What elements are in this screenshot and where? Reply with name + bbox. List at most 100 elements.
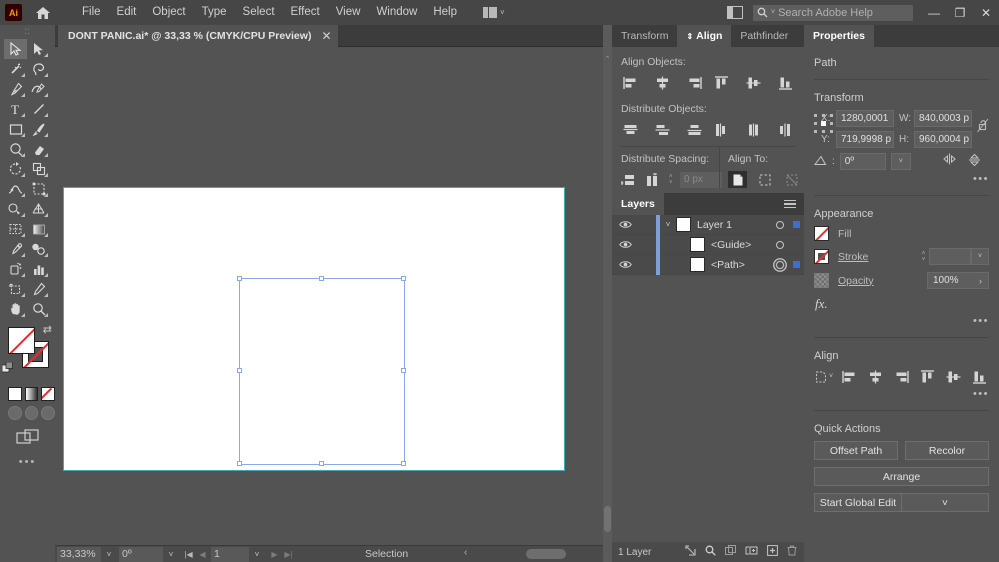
gradient-tool[interactable] <box>27 219 50 239</box>
handle-bottom-center[interactable] <box>319 461 324 466</box>
mesh-tool[interactable] <box>4 219 27 239</box>
layer-name[interactable]: Layer 1 <box>691 219 772 231</box>
line-segment-tool[interactable] <box>27 99 50 119</box>
align-more-options[interactable]: ••• <box>814 388 989 400</box>
delete-selection-icon[interactable] <box>787 545 797 559</box>
align-bottom-icon[interactable] <box>970 368 989 385</box>
scrollbar-thumb[interactable] <box>526 549 566 559</box>
pen-tool[interactable] <box>4 79 27 99</box>
handle-middle-left[interactable] <box>237 368 242 373</box>
handle-top-left[interactable] <box>237 276 242 281</box>
spacing-stepper[interactable]: ˄˅ <box>669 174 680 186</box>
menu-edit[interactable]: Edit <box>109 0 145 25</box>
selection-tool[interactable] <box>4 39 27 59</box>
opacity-input[interactable]: 100% › <box>927 272 989 289</box>
distribute-vertical-center-icon[interactable] <box>653 121 672 138</box>
workspace-switcher-icon[interactable] <box>727 6 743 19</box>
draw-normal-button[interactable] <box>8 406 22 420</box>
perspective-grid-tool[interactable] <box>27 199 50 219</box>
artboard[interactable] <box>64 188 564 470</box>
appearance-more-options[interactable]: ••• <box>814 315 989 327</box>
type-tool[interactable]: T <box>4 99 27 119</box>
direct-selection-tool[interactable] <box>27 39 50 59</box>
dock-collapse-grip[interactable]: ⌃ <box>603 25 612 562</box>
align-top-icon[interactable] <box>918 368 937 385</box>
opacity-label[interactable]: Opacity <box>838 275 874 287</box>
layer-name[interactable]: <Path> <box>705 259 772 271</box>
zoom-dropdown-icon[interactable]: ˅ <box>101 550 117 559</box>
maximize-button[interactable]: ❐ <box>947 0 973 25</box>
menu-help[interactable]: Help <box>425 0 465 25</box>
draw-inside-button[interactable] <box>41 406 55 420</box>
handle-top-right[interactable] <box>401 276 406 281</box>
unlink-proportions-icon[interactable] <box>977 110 989 136</box>
artboard-tool[interactable] <box>4 279 27 299</box>
tab-transform[interactable]: Transform <box>612 25 677 47</box>
next-artboard-button[interactable]: ▶ <box>268 550 281 559</box>
table-row[interactable]: <Path> <box>612 255 804 275</box>
rotation-angle-input[interactable]: 0º <box>840 153 886 170</box>
home-icon[interactable] <box>34 4 52 22</box>
distribute-vertical-bottom-icon[interactable] <box>685 121 704 138</box>
distribute-horizontal-center-icon[interactable] <box>744 121 763 138</box>
blend-tool[interactable] <box>27 239 50 259</box>
arrange-button[interactable]: Arrange <box>814 467 989 486</box>
align-to-key-object-icon[interactable] <box>755 171 774 188</box>
rectangle-tool[interactable] <box>4 119 27 139</box>
align-to-dropdown[interactable]: ˅ <box>814 370 833 384</box>
flip-horizontal-icon[interactable] <box>942 153 957 170</box>
menu-select[interactable]: Select <box>235 0 283 25</box>
color-swatch-button[interactable] <box>8 387 22 401</box>
close-button[interactable]: ✕ <box>973 0 999 25</box>
menu-file[interactable]: File <box>74 0 109 25</box>
width-tool[interactable] <box>4 179 27 199</box>
canvas-area[interactable] <box>55 47 612 545</box>
create-new-layer-icon[interactable] <box>767 545 778 559</box>
eyedropper-tool[interactable] <box>4 239 27 259</box>
menu-view[interactable]: View <box>328 0 369 25</box>
chevron-down-icon[interactable]: ˅ <box>971 248 989 265</box>
create-new-sublayer-icon[interactable] <box>725 545 736 559</box>
rotate-tool[interactable] <box>4 159 27 179</box>
locate-object-icon[interactable] <box>685 545 696 559</box>
panel-menu-icon[interactable] <box>776 193 804 215</box>
rotate-dropdown-icon[interactable]: ˅ <box>163 550 179 559</box>
global-edit-options-icon[interactable]: ˅ <box>902 493 989 512</box>
spacing-value-group[interactable]: ˄˅ 0 px <box>669 172 722 188</box>
eye-icon[interactable] <box>612 240 638 249</box>
canvas-horizontal-scrollbar[interactable]: ‹ › <box>462 546 612 562</box>
align-vertical-center-icon[interactable] <box>944 368 963 385</box>
transform-more-options[interactable]: ••• <box>814 173 989 185</box>
dock-scroll-thumb[interactable] <box>604 506 611 532</box>
search-icon[interactable] <box>705 545 716 559</box>
chevron-down-icon[interactable]: ˅ <box>891 153 911 170</box>
document-tab[interactable]: DONT PANIC.ai* @ 33,33 % (CMYK/CPU Previ… <box>58 25 338 47</box>
table-row[interactable]: ˅ Layer 1 <box>612 215 804 235</box>
recolor-button[interactable]: Recolor <box>905 441 989 460</box>
eraser-tool[interactable] <box>27 139 50 159</box>
align-right-icon[interactable] <box>892 368 911 385</box>
align-right-icon[interactable] <box>685 74 704 91</box>
handle-bottom-left[interactable] <box>237 461 242 466</box>
scroll-left-button[interactable]: ‹ <box>464 547 467 558</box>
swap-fill-stroke-icon[interactable]: ⇄ <box>43 323 52 336</box>
slice-tool[interactable] <box>27 279 50 299</box>
gradient-swatch-button[interactable] <box>25 387 39 401</box>
distribute-vertical-spacing-icon[interactable] <box>621 171 636 188</box>
stroke-label[interactable]: Stroke <box>838 251 868 263</box>
zoom-tool[interactable] <box>27 299 50 319</box>
handle-top-center[interactable] <box>319 276 324 281</box>
shape-builder-tool[interactable] <box>4 199 27 219</box>
column-graph-tool[interactable] <box>27 259 50 279</box>
flip-vertical-icon[interactable] <box>968 153 981 170</box>
menu-window[interactable]: Window <box>368 0 425 25</box>
offset-path-button[interactable]: Offset Path <box>814 441 898 460</box>
table-row[interactable]: <Guide> <box>612 235 804 255</box>
hand-tool[interactable] <box>4 299 27 319</box>
align-to-artboard-icon[interactable] <box>782 171 801 188</box>
align-horizontal-center-icon[interactable] <box>653 74 672 91</box>
align-left-icon[interactable] <box>621 74 640 91</box>
last-artboard-button[interactable]: ▶| <box>282 550 295 559</box>
zoom-level-input[interactable]: 33,33% <box>57 547 101 562</box>
lasso-tool[interactable] <box>27 59 50 79</box>
